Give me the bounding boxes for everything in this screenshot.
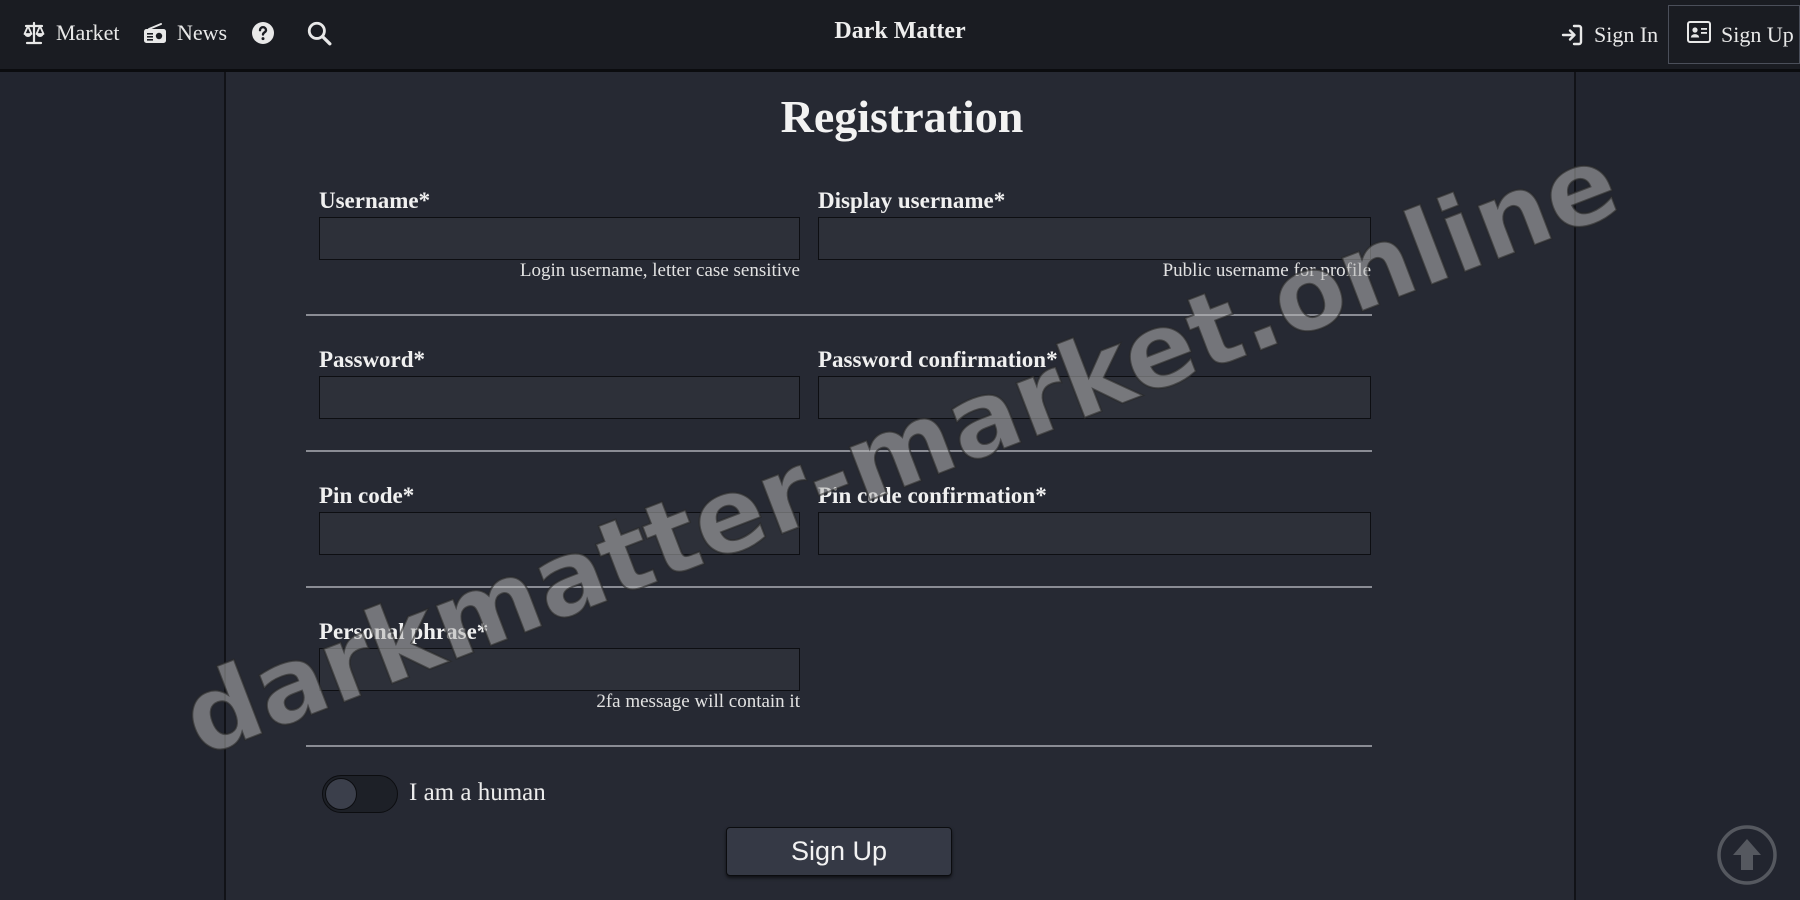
personal-phrase-input[interactable] bbox=[319, 648, 800, 691]
nav-search-button[interactable] bbox=[306, 16, 332, 50]
nav-news-link[interactable]: News bbox=[143, 16, 227, 50]
nav-market-link[interactable]: Market bbox=[22, 16, 120, 50]
scale-icon bbox=[22, 21, 46, 45]
sign-in-icon bbox=[1560, 23, 1584, 47]
divider bbox=[306, 745, 1372, 747]
sign-up-submit-button[interactable]: Sign Up bbox=[726, 827, 952, 876]
nav-signin-link[interactable]: Sign In bbox=[1560, 18, 1658, 52]
password-label: Password* bbox=[319, 347, 426, 372]
personal-phrase-hint: 2fa message will contain it bbox=[596, 691, 800, 712]
divider bbox=[306, 450, 1372, 452]
username-input[interactable] bbox=[319, 217, 800, 260]
password-confirmation-input[interactable] bbox=[818, 376, 1371, 419]
toggle-knob bbox=[325, 778, 357, 810]
pin-code-confirmation-input[interactable] bbox=[818, 512, 1371, 555]
registration-panel: Registration Username* Login username, l… bbox=[224, 72, 1576, 900]
top-navbar: Market News Dark Matter Sign In Sign Up bbox=[0, 0, 1800, 72]
radio-icon bbox=[143, 21, 167, 45]
brand-title[interactable]: Dark Matter bbox=[834, 18, 965, 44]
nav-signup-label: Sign Up bbox=[1721, 21, 1794, 47]
human-toggle[interactable] bbox=[322, 775, 398, 813]
password-input[interactable] bbox=[319, 376, 800, 419]
pin-code-label: Pin code* bbox=[319, 483, 415, 508]
search-icon bbox=[306, 20, 332, 46]
scroll-to-top-button[interactable] bbox=[1717, 825, 1777, 885]
display-username-input[interactable] bbox=[818, 217, 1371, 260]
id-card-icon bbox=[1687, 20, 1711, 49]
pin-code-input[interactable] bbox=[319, 512, 800, 555]
display-username-hint: Public username for profile bbox=[1162, 260, 1371, 281]
divider bbox=[306, 314, 1372, 316]
arrow-up-circle-icon bbox=[1717, 825, 1777, 889]
page-title: Registration bbox=[780, 91, 1024, 142]
password-confirmation-label: Password confirmation* bbox=[818, 347, 1058, 372]
nav-signup-link[interactable]: Sign Up bbox=[1668, 5, 1800, 64]
divider bbox=[306, 586, 1372, 588]
pin-code-confirmation-label: Pin code confirmation* bbox=[818, 483, 1047, 508]
display-username-label: Display username* bbox=[818, 188, 1006, 213]
username-label: Username* bbox=[319, 188, 431, 213]
nav-signin-label: Sign In bbox=[1594, 22, 1659, 47]
nav-news-label: News bbox=[177, 20, 228, 45]
personal-phrase-label: Personal phrase* bbox=[319, 619, 489, 644]
username-hint: Login username, letter case sensitive bbox=[519, 260, 800, 281]
human-toggle-label: I am a human bbox=[409, 779, 546, 806]
nav-help-button[interactable] bbox=[251, 16, 275, 50]
question-circle-icon bbox=[251, 21, 275, 45]
nav-market-label: Market bbox=[56, 20, 120, 45]
